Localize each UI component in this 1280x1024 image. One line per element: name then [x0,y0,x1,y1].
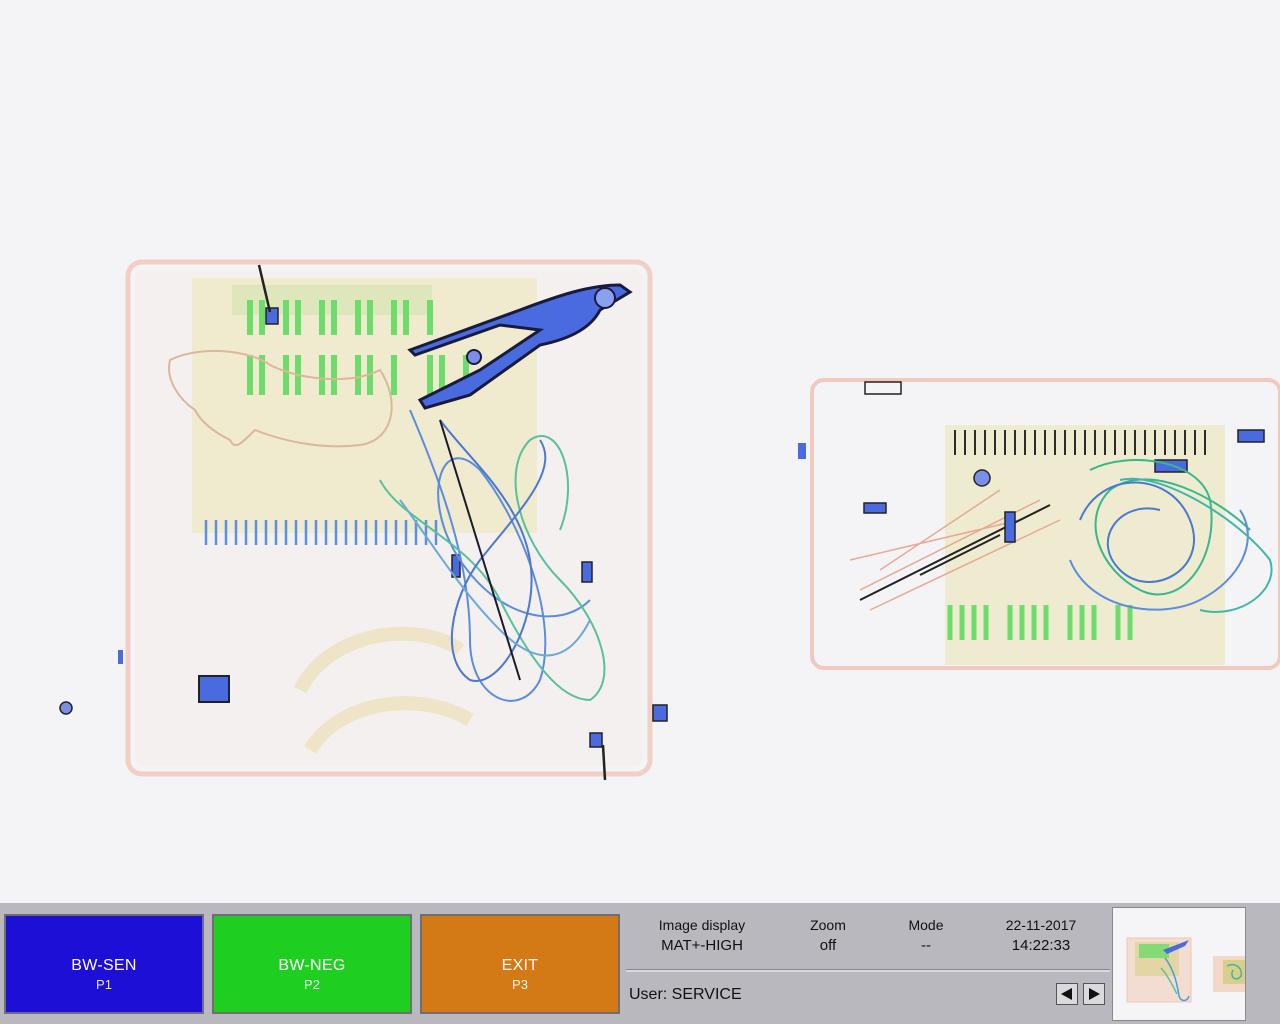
bw-neg-key: P2 [304,977,320,992]
zoom-value: off [819,937,837,954]
image-display-label: Image display [658,917,746,933]
xray-image [59,259,1280,781]
bw-neg-button[interactable]: BW-NEG P2 [212,914,412,1014]
image-display-status: Image display MAT+-HIGH [644,917,760,954]
status-panel: Image display MAT+-HIGH Zoom off Mode --… [626,911,1110,1019]
scan-thumbnail[interactable] [1112,907,1246,1021]
bw-sen-key: P1 [96,977,112,992]
bw-neg-label: BW-NEG [278,957,346,974]
mode-value: -- [921,937,931,954]
time-value: 14:22:33 [1011,937,1071,954]
zoom-label: Zoom [810,917,846,933]
zoom-status: Zoom off [798,917,858,954]
exit-label: EXIT [501,957,539,974]
datetime-status: 22-11-2017 14:22:33 [991,917,1091,954]
triangle-left-icon [1061,988,1072,1000]
mode-label: Mode [908,917,944,933]
image-display-value: MAT+-HIGH [661,937,743,954]
date-value: 22-11-2017 [1005,917,1077,933]
next-image-button[interactable] [1083,983,1105,1005]
bw-sen-label: BW-SEN [71,957,137,974]
xray-scan-view [0,0,1280,903]
status-divider [626,969,1110,972]
user-label: User: SERVICE [629,986,742,1003]
exit-button[interactable]: EXIT P3 [420,914,620,1014]
prev-image-button[interactable] [1056,983,1078,1005]
exit-key: P3 [512,977,528,992]
triangle-right-icon [1089,988,1100,1000]
mode-status: Mode -- [896,917,956,954]
bw-sen-button[interactable]: BW-SEN P1 [4,914,204,1014]
control-bar: BW-SEN P1 BW-NEG P2 EXIT P3 Image displa… [0,903,1280,1024]
thumbnail-image [1126,937,1245,1003]
